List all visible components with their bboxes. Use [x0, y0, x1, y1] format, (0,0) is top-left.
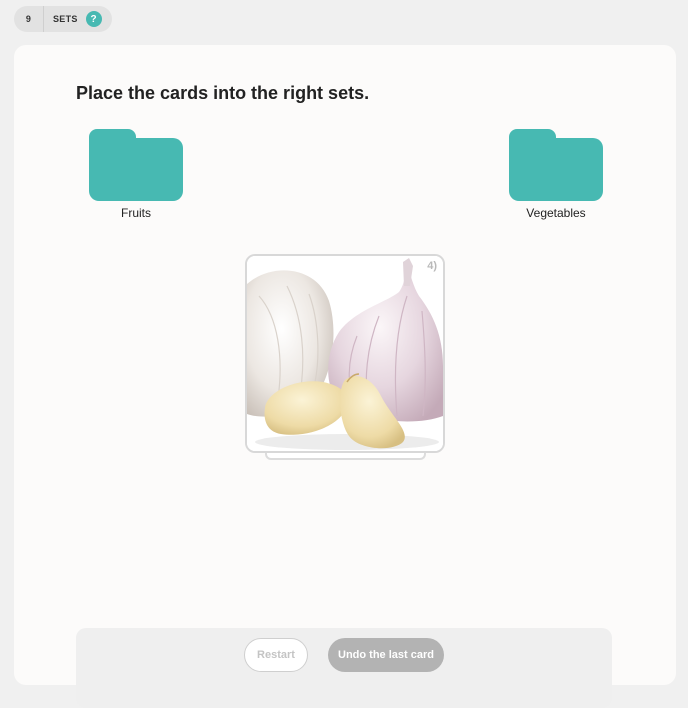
garlic-image	[247, 256, 443, 451]
activity-panel: Place the cards into the right sets. Fru…	[14, 45, 676, 708]
restart-button[interactable]: Restart	[244, 638, 308, 672]
set-label: Vegetables	[526, 206, 586, 220]
draggable-card[interactable]: 4)	[245, 254, 445, 453]
set-count: 9	[14, 6, 44, 32]
set-vegetables[interactable]: Vegetables	[496, 129, 616, 220]
top-bar: 9 SETS ?	[14, 6, 112, 32]
card-counter: 4)	[427, 260, 437, 272]
folder-icon	[509, 129, 603, 201]
set-fruits[interactable]: Fruits	[76, 129, 196, 220]
folder-icon	[89, 129, 183, 201]
action-footer: Restart Undo the last card	[76, 628, 612, 708]
sets-label: SETS	[53, 14, 78, 24]
card-stack: 4)	[245, 254, 445, 460]
undo-last-card-button[interactable]: Undo the last card	[328, 638, 444, 672]
help-icon[interactable]: ?	[85, 11, 102, 27]
set-label: Fruits	[121, 206, 151, 220]
instruction-text: Place the cards into the right sets.	[76, 83, 370, 103]
